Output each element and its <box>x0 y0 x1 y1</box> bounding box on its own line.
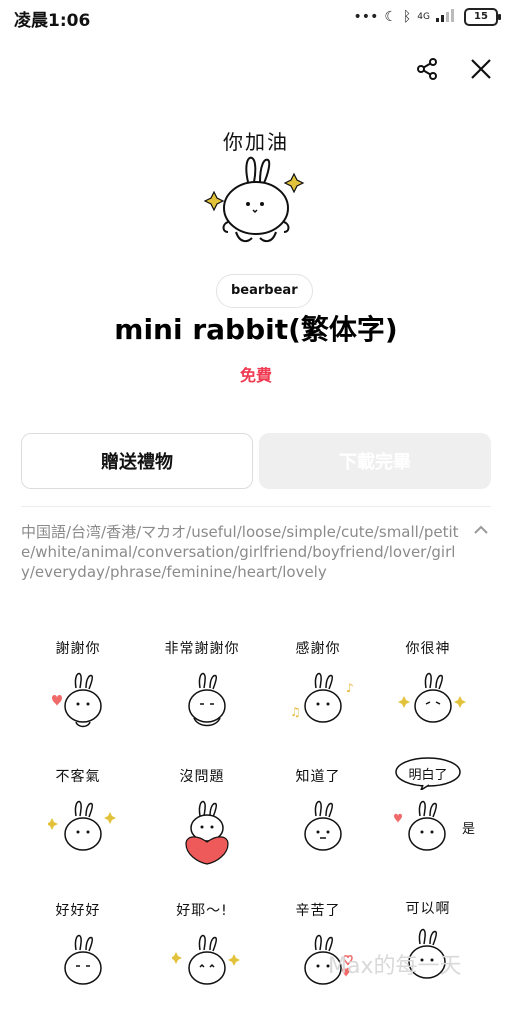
status-bar: 凌晨1:06 ••• ☾ ᛒ 4G 15 <box>0 0 512 32</box>
share-icon <box>417 58 437 80</box>
tag-list: 中国語/台湾/香港/マカオ/useful/loose/simple/cute/s… <box>21 523 459 581</box>
divider <box>21 506 491 507</box>
sticker-item[interactable]: 非常謝謝你 <box>152 638 252 758</box>
sticker-item[interactable]: 知道了 <box>268 766 368 886</box>
close-icon <box>471 59 491 79</box>
sticker-caption: 感謝你 <box>295 641 341 657</box>
signal-icon <box>436 8 458 26</box>
author-link[interactable]: bearbear <box>216 274 313 308</box>
rabbit-sticker <box>398 672 466 723</box>
price-label: 免費 <box>239 366 272 385</box>
rabbit-sticker <box>304 800 342 851</box>
rabbit-sticker <box>188 672 226 727</box>
rabbit-sticker <box>48 800 116 851</box>
rabbit-sticker <box>64 934 102 985</box>
status-time: 凌晨1:06 <box>14 11 91 31</box>
side-label: 是 <box>462 822 476 837</box>
chevron-up-icon <box>474 525 488 534</box>
sticker-caption: 辛苦了 <box>295 903 341 919</box>
sticker-item[interactable]: 沒問題 <box>152 766 252 886</box>
gift-button[interactable]: 贈送禮物 <box>21 433 253 489</box>
main-sticker-caption: 你加油 <box>223 130 289 154</box>
more-icon: ••• <box>353 9 379 25</box>
collapse-button[interactable] <box>472 522 490 536</box>
rabbit-sticker <box>172 934 240 985</box>
sticker-item[interactable]: 感謝你 ♪ ♫ <box>268 638 368 758</box>
rabbit-illustration <box>203 156 305 243</box>
moon-icon: ☾ <box>384 9 397 25</box>
bluetooth-icon: ᛒ <box>402 9 412 25</box>
sticker-caption: 你很神 <box>405 641 451 657</box>
share-button[interactable] <box>410 52 444 86</box>
battery-indicator: 15 <box>464 8 501 26</box>
rabbit-sticker: ♪ ♫ <box>290 672 354 723</box>
close-button[interactable] <box>464 52 498 86</box>
watermark: Max的每一天 <box>328 954 462 979</box>
speech-bubble-text: 明白了 <box>408 768 448 783</box>
sticker-caption: 知道了 <box>295 769 341 785</box>
sticker-caption: 可以啊 <box>405 901 451 917</box>
sticker-caption: 好好好 <box>55 903 101 919</box>
status-icons: ••• ☾ ᛒ 4G 15 <box>353 7 501 27</box>
svg-text:♫: ♫ <box>290 705 301 719</box>
sticker-item[interactable]: 不客氣 <box>28 766 128 886</box>
sticker-caption: 謝謝你 <box>55 641 101 657</box>
sticker-caption: 非常謝謝你 <box>164 641 240 657</box>
sticker-item[interactable]: 謝謝你 <box>28 638 128 758</box>
sticker-item[interactable]: 你很神 <box>378 638 478 758</box>
rabbit-sticker <box>52 672 102 728</box>
main-sticker: 你加油 <box>196 118 316 248</box>
sticker-caption: 沒問題 <box>179 769 225 785</box>
signal-label: 4G <box>417 12 430 22</box>
sticker-item[interactable]: 好好好 <box>28 900 128 1020</box>
sticker-item[interactable]: 明白了 是 <box>378 756 478 876</box>
sticker-caption: 不客氣 <box>55 769 101 785</box>
sticker-title: mini rabbit(繁体字) <box>114 313 398 346</box>
rabbit-sticker <box>394 800 446 851</box>
rabbit-sticker <box>185 800 229 865</box>
sticker-caption: 好耶～! <box>176 903 228 919</box>
svg-text:♪: ♪ <box>346 681 354 695</box>
download-button[interactable]: 下載完畢 <box>259 433 491 489</box>
sticker-item[interactable]: 好耶～! <box>152 900 252 1020</box>
